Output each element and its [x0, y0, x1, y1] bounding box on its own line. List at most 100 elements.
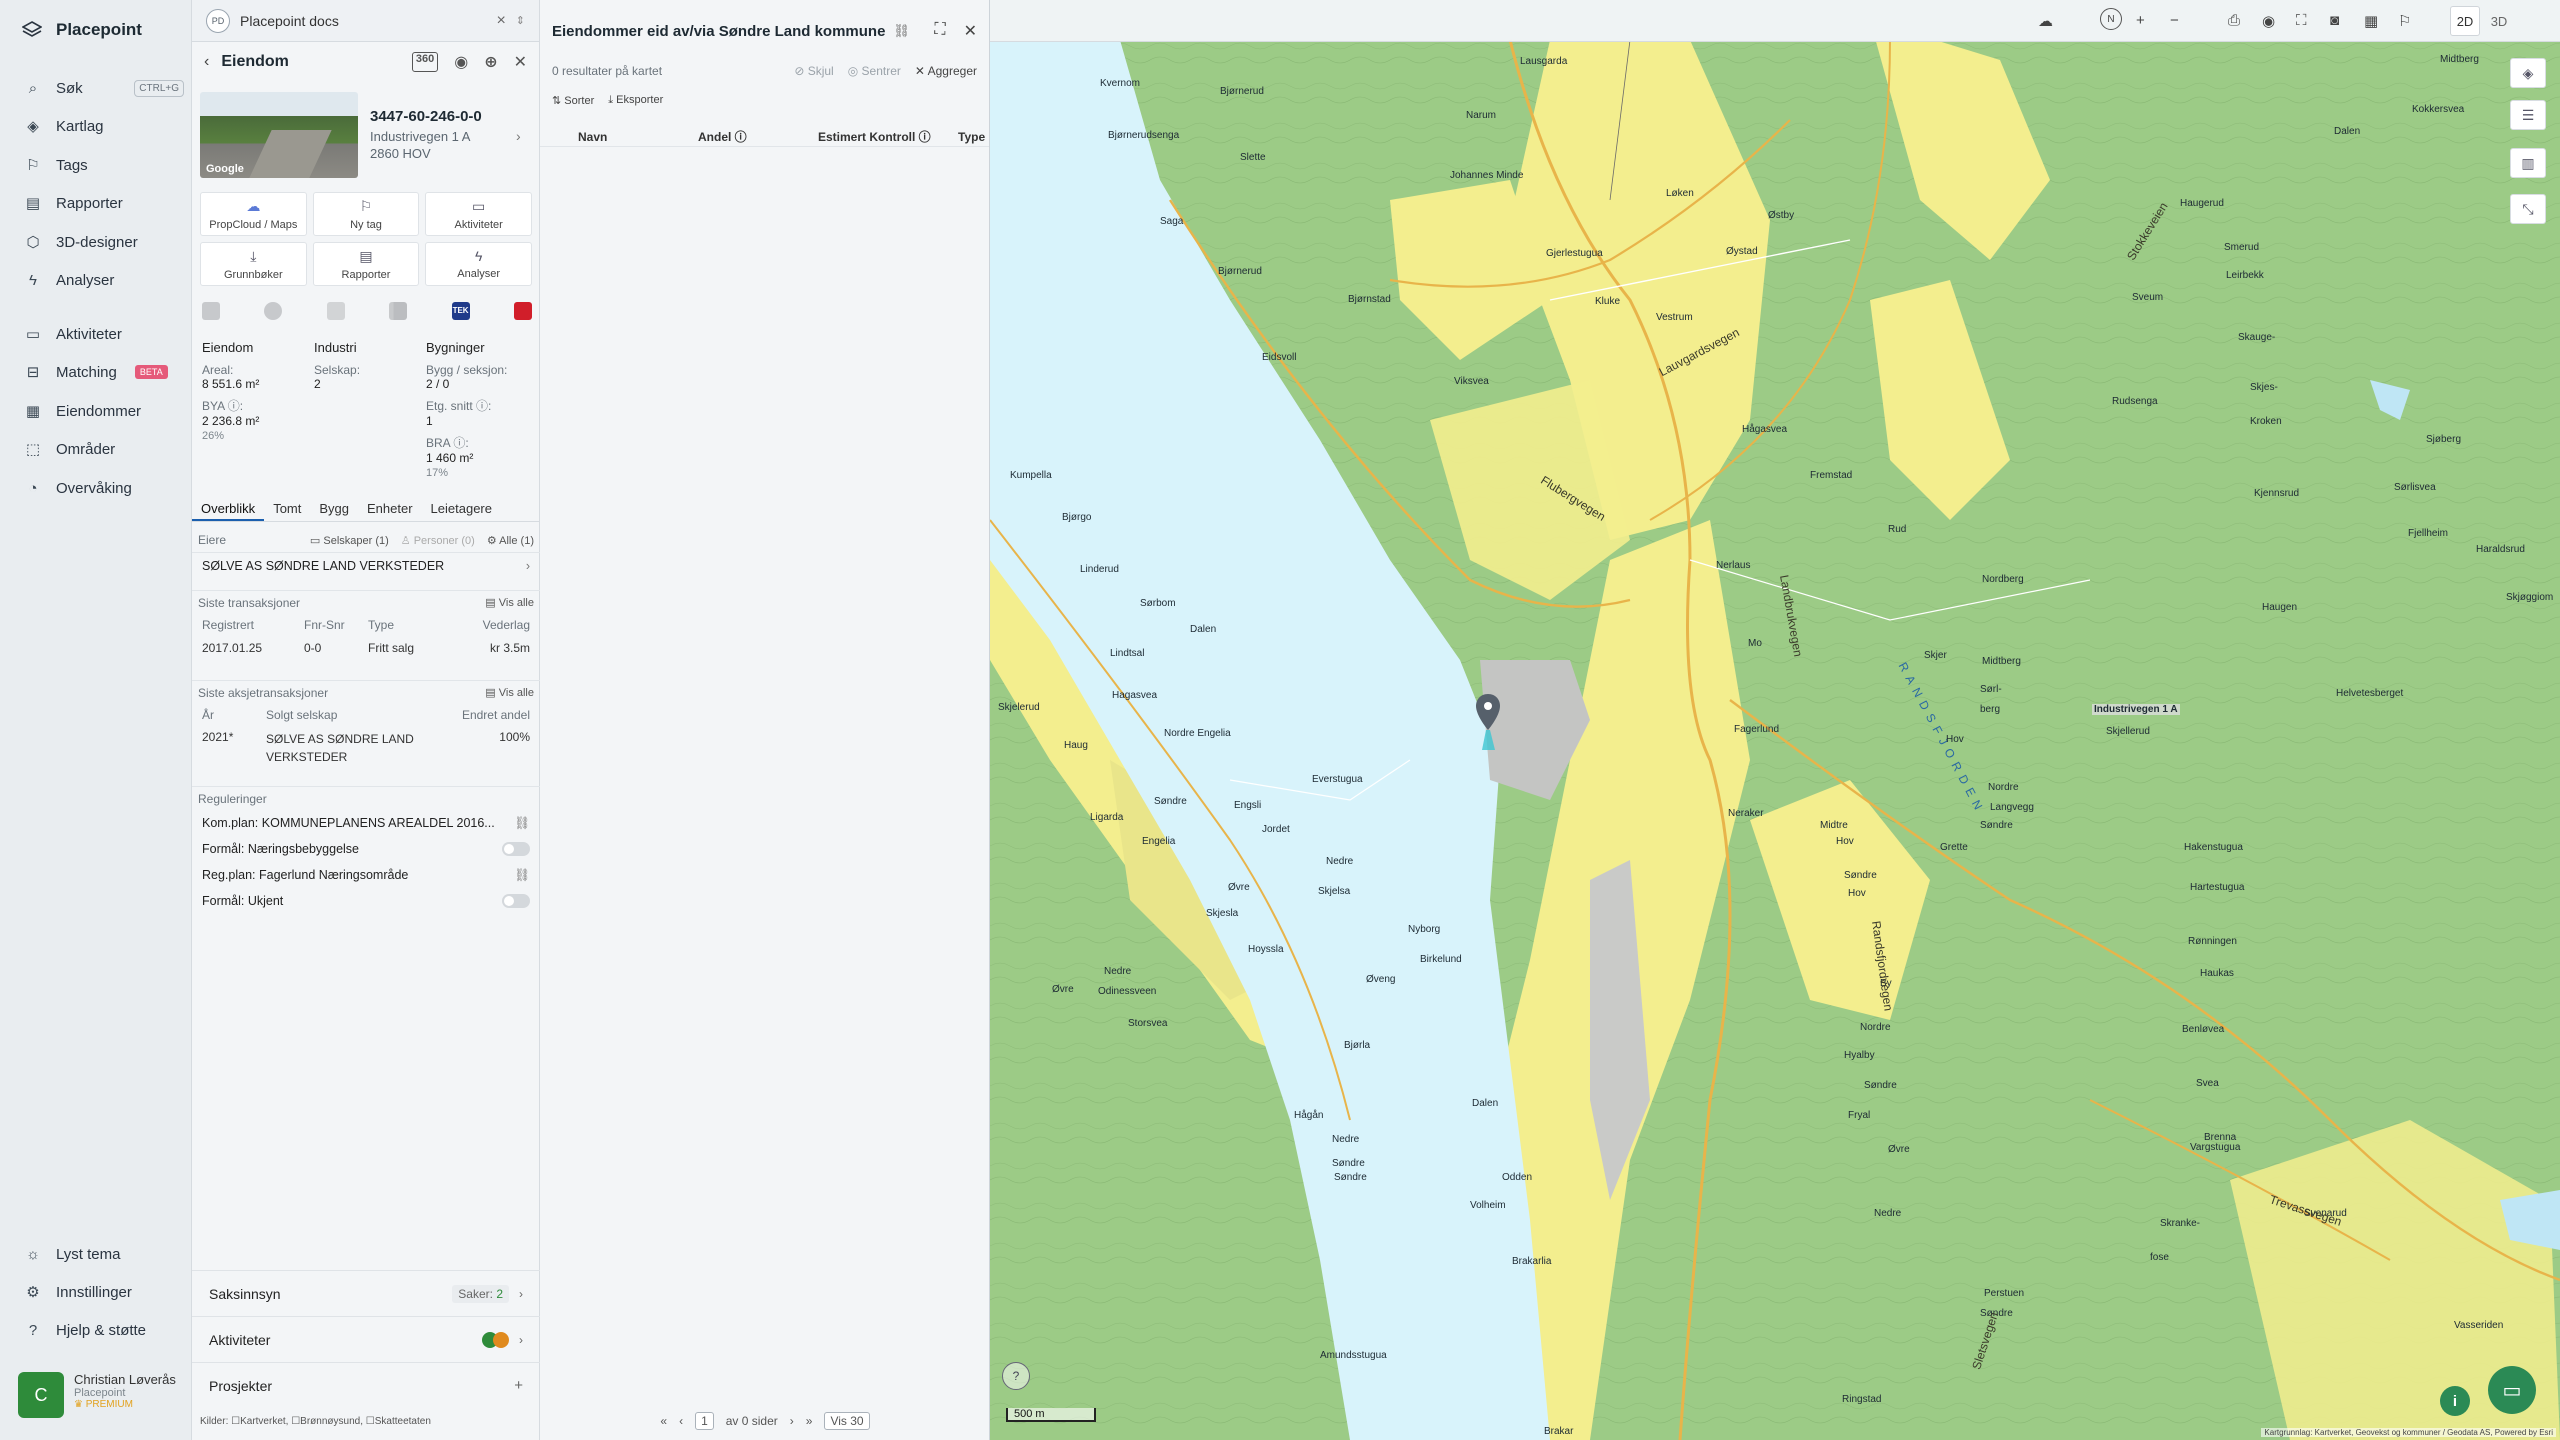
layer-toggle[interactable]	[502, 894, 530, 908]
nav-item-activities[interactable]: ▭ Aktiviteter	[24, 320, 184, 348]
close-icon[interactable]: ✕	[514, 52, 527, 72]
compass-icon[interactable]: N	[2100, 8, 2122, 30]
user-profile[interactable]: C Christian Løverås Placepoint ♛ PREMIUM	[18, 1372, 176, 1418]
center-button[interactable]: ◎ Sentrer	[848, 64, 901, 78]
fire-logo[interactable]	[513, 302, 532, 320]
first-page-icon[interactable]: «	[660, 1414, 667, 1428]
activities-button[interactable]: ▭ Aktiviteter	[425, 192, 532, 236]
property-address[interactable]: 3447-60-246-0-0 Industrivegen 1 A 2860 H…	[370, 108, 521, 161]
col-share[interactable]: Andel ⓘ	[698, 128, 818, 145]
new-tag-button[interactable]: ⚐ Ny tag	[312, 192, 420, 236]
next-page-icon[interactable]: ›	[790, 1414, 794, 1428]
propcloud-button[interactable]: ☁ PropCloud / Maps	[200, 192, 307, 236]
view-all-link[interactable]: ▤ Vis alle	[485, 686, 534, 699]
owner-row[interactable]: SØLVE AS SØNDRE LAND VERKSTEDER ›	[192, 552, 540, 578]
source-logo-2[interactable]	[264, 302, 283, 320]
nav-item-3d-designer[interactable]: ⬡ 3D-designer	[24, 228, 184, 256]
plus-icon[interactable]: +	[514, 1377, 523, 1394]
col-name[interactable]: Navn	[578, 130, 698, 144]
link-icon[interactable]: ⛓	[514, 816, 530, 831]
last-page-icon[interactable]: »	[806, 1414, 813, 1428]
eye-icon[interactable]: ◉	[2262, 12, 2275, 30]
close-icon[interactable]: ×	[496, 12, 505, 30]
prev-page-icon[interactable]: ‹	[679, 1414, 683, 1428]
case-insight-row[interactable]: Saksinnsyn Saker: 2 ›	[192, 1270, 540, 1316]
docs-bar[interactable]: PD Placepoint docs × ⇕	[192, 0, 539, 42]
view-2d-button[interactable]: 2D	[2450, 6, 2480, 36]
tab-units[interactable]: Enheter	[358, 498, 422, 521]
zoom-out-icon[interactable]: −	[2170, 12, 2179, 29]
street-thumbnail[interactable]: Google	[200, 92, 358, 178]
print-icon[interactable]: ⎙	[2228, 12, 2240, 29]
back-icon[interactable]: ‹	[204, 53, 209, 71]
nav-item-areas[interactable]: ⬚ Områder	[24, 435, 184, 463]
activities-row[interactable]: Aktiviteter ›	[192, 1316, 540, 1362]
zoom-in-icon[interactable]: +	[2136, 12, 2145, 29]
nav-item-analyses[interactable]: ϟ Analyser	[24, 266, 184, 294]
data-sources[interactable]: Kilder: ☐Kartverket, ☐Brønnøysund, ☐Skat…	[200, 1416, 431, 1427]
projects-row[interactable]: Prosjekter +	[192, 1362, 540, 1408]
chart-icon[interactable]: ▥	[2510, 148, 2546, 178]
col-control[interactable]: Estimert Kontroll ⓘ	[818, 128, 958, 145]
camera-icon[interactable]: ◙	[2330, 12, 2339, 29]
nav-item-reports[interactable]: ▤ Rapporter	[24, 189, 184, 217]
regulation-row[interactable]: Formål: Ukjent	[192, 888, 540, 914]
land-registry-button[interactable]: ⤓ Grunnbøker	[200, 242, 307, 286]
page-input[interactable]: 1	[695, 1412, 714, 1430]
link-icon[interactable]: ⛓	[514, 868, 530, 883]
filter-persons[interactable]: ♙ Personer (0)	[401, 534, 475, 547]
export-button[interactable]: ⤓ Eksporter	[608, 94, 663, 107]
regulation-row[interactable]: Formål: Næringsbebyggelse	[192, 836, 540, 862]
view-all-link[interactable]: ▤ Vis alle	[485, 596, 534, 609]
layer-switch-icon[interactable]: ◈	[2510, 58, 2546, 88]
app-logo[interactable]: Placepoint	[22, 20, 142, 40]
tab-overview[interactable]: Overblikk	[192, 498, 265, 521]
basemap-icon[interactable]: ☰	[2510, 100, 2546, 130]
aggregate-button[interactable]: ✕ Aggreger	[915, 64, 977, 78]
filter-all[interactable]: ⚙ Alle (1)	[487, 534, 534, 547]
link-icon[interactable]: ⛓	[893, 23, 910, 39]
nav-item-settings[interactable]: ⚙ Innstillinger	[24, 1278, 184, 1306]
analyses-button[interactable]: ϟ Analyser	[425, 242, 532, 286]
reports-button[interactable]: ▤ Rapporter	[312, 242, 420, 286]
info-icon[interactable]: i	[2440, 1386, 2470, 1416]
fullscreen-icon[interactable]: ⛶	[2296, 12, 2307, 29]
map-help-icon[interactable]: ?	[1002, 1362, 1030, 1390]
chat-support-icon[interactable]: ▭	[2488, 1366, 2536, 1414]
page-size-select[interactable]: Vis 30	[824, 1412, 870, 1430]
regulation-row[interactable]: Kom.plan: KOMMUNEPLANENS AREALDEL 2016..…	[192, 810, 540, 836]
tek-logo[interactable]: TEK	[451, 302, 470, 320]
nav-item-help[interactable]: ? Hjelp & støtte	[24, 1316, 184, 1344]
nav-item-tags[interactable]: ⚐ Tags	[24, 151, 184, 179]
cloud-sync-icon[interactable]: ☁	[2038, 12, 2053, 30]
tab-buildings[interactable]: Bygg	[310, 498, 358, 521]
table-row[interactable]: 2021* SØLVE AS SØNDRE LAND VERKSTEDER 10…	[192, 726, 540, 766]
nav-item-map-layers[interactable]: ◈ Kartlag	[24, 112, 184, 140]
tab-plot[interactable]: Tomt	[264, 498, 310, 521]
close-icon[interactable]: ✕	[964, 21, 977, 41]
add-circle-icon[interactable]: ⊕	[484, 52, 497, 72]
street-view-icon[interactable]: 360	[411, 52, 439, 72]
eye-icon[interactable]: ◉	[454, 52, 468, 72]
table-row[interactable]: 2017.01.25 0-0 Fritt salg kr 3.5m	[192, 636, 540, 660]
source-logo-1[interactable]	[202, 302, 220, 320]
sort-button[interactable]: ⇅ Sorter	[552, 94, 594, 107]
layer-toggle[interactable]	[502, 842, 530, 856]
nav-item-search[interactable]: ⌕ Søk CTRL+G	[24, 74, 184, 102]
tab-tenants[interactable]: Leietagere	[422, 498, 501, 521]
col-type[interactable]: Type	[958, 130, 985, 144]
nav-item-properties[interactable]: ▦ Eiendommer	[24, 397, 184, 425]
regulation-row[interactable]: Reg.plan: Fagerlund Næringsområde ⛓	[192, 862, 540, 888]
filter-companies[interactable]: ▭ Selskaper (1)	[310, 534, 389, 547]
expand-icon[interactable]: ⛶	[934, 21, 945, 41]
nav-item-light-theme[interactable]: ☼ Lyst tema	[24, 1240, 184, 1268]
chevron-updown-icon[interactable]: ⇕	[516, 14, 525, 27]
source-logo-4[interactable]	[389, 302, 408, 320]
bookmark-icon[interactable]: ⚐	[2398, 12, 2411, 30]
source-logo-3[interactable]	[326, 302, 345, 320]
hide-button[interactable]: ⊘ Skjul	[794, 64, 833, 78]
map-canvas[interactable]: RANDSFJORDEN Industrivegen 1 A Lausgarda…	[990, 0, 2560, 1440]
view-3d-button[interactable]: 3D	[2484, 6, 2514, 36]
nav-item-matching[interactable]: ⊟ Matching BETA	[24, 358, 184, 386]
grid-icon[interactable]: ▦	[2364, 12, 2378, 30]
